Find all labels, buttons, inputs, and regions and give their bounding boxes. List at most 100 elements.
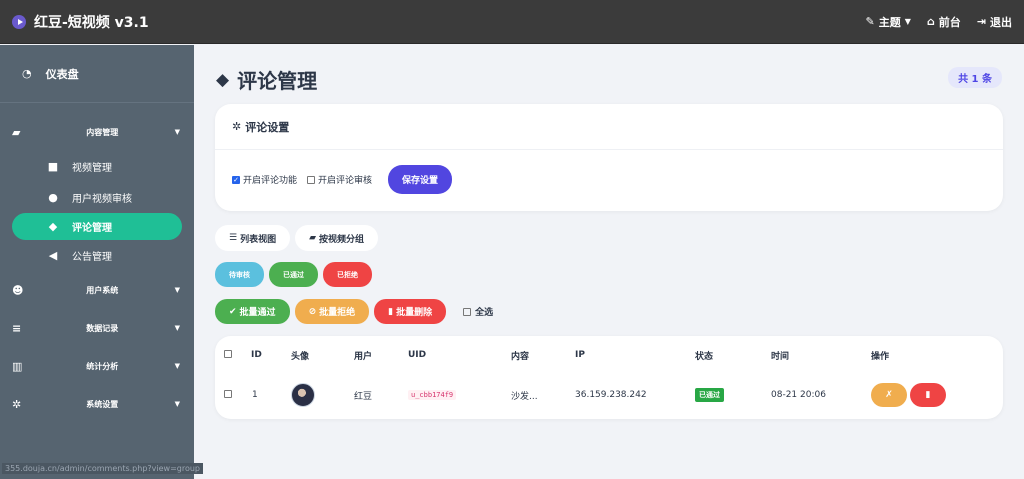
column-header: 状态 — [695, 351, 714, 362]
cogs-icon: ✲ — [12, 397, 22, 411]
front-label: 前台 — [938, 15, 961, 29]
theme-menu[interactable]: ✎ 主题 ▼ — [866, 14, 911, 30]
dashboard-icon: ◔ — [22, 67, 32, 80]
front-link[interactable]: ⌂ 前台 — [927, 14, 961, 30]
chevron-down-icon: ▼ — [174, 324, 180, 332]
sign-out-icon: ⇥ — [976, 15, 986, 28]
sidebar-item-dashboard[interactable]: ◔ 仪表盘 — [0, 45, 194, 103]
sidebar-group-data[interactable]: ≡ 数据记录 ▼ — [0, 309, 194, 347]
table-header: ID 头像 用户 UID 内容 IP 状态 时间 操作 — [215, 336, 1003, 374]
delete-button[interactable]: ▮ — [910, 383, 946, 407]
enable-review-checkbox[interactable]: 开启评论审核 — [307, 173, 372, 186]
logout-label: 退出 — [990, 15, 1012, 29]
checkbox-unchecked-icon — [463, 307, 472, 316]
sidebar-group-stats[interactable]: ▥ 统计分析 ▼ — [0, 347, 194, 385]
sidebar-item-label: 视频管理 — [72, 163, 112, 174]
row-time: 08-21 20:06 — [771, 390, 826, 400]
chevron-down-icon: ▼ — [174, 286, 180, 294]
row-ip: 36.159.238.242 — [575, 390, 647, 400]
list-icon: ☰ — [229, 233, 238, 243]
row-content[interactable]: 沙发... — [511, 389, 538, 402]
checkbox-checked-icon: ✓ — [232, 175, 240, 184]
button-label: 批量通过 — [239, 308, 276, 318]
checkbox-label: 开启评论审核 — [318, 176, 373, 186]
chevron-down-icon: ▼ — [904, 17, 911, 26]
sidebar-item-notices[interactable]: ◀ 公告管理 — [0, 240, 194, 271]
column-header: 头像 — [291, 351, 310, 362]
column-header: IP — [575, 350, 585, 360]
main-content: ◆ 评论管理 共 1 条 ✲ 评论设置 ✓ 开启评论功能 开启评论审核 保存设置… — [194, 45, 1024, 479]
settings-card: ✲ 评论设置 ✓ 开启评论功能 开启评论审核 保存设置 — [215, 104, 1003, 211]
comments-icon: ◆ — [48, 220, 58, 233]
button-label: 批量删除 — [396, 308, 433, 318]
sidebar-group-label: 系统设置 — [86, 399, 119, 409]
play-icon — [12, 14, 26, 29]
top-bar: 红豆-短视频 v3.1 ✎ 主题 ▼ ⌂ 前台 ⇥ 退出 — [0, 0, 1024, 44]
reject-button[interactable]: ✗ — [871, 383, 907, 407]
group-by-video-button[interactable]: ▰ 按视频分组 — [295, 225, 379, 251]
button-label: 列表视图 — [240, 234, 277, 245]
row-uid: u_cbb174f9 — [408, 390, 457, 400]
row-id: 1 — [252, 390, 258, 400]
bulk-reject-button[interactable]: ⊘ 批量拒绝 — [294, 299, 370, 324]
table-row: 1 红豆 u_cbb174f9 沙发... 36.159.238.242 已通过… — [215, 374, 1003, 416]
enable-comments-checkbox[interactable]: ✓ 开启评论功能 — [232, 173, 297, 186]
sidebar: ◔ 仪表盘 ▰ 内容管理 ▼ ■ 视频管理 ● 用户视频审核 ◆ 评论管理 ◀ … — [0, 45, 194, 479]
user-circle-icon: ● — [48, 191, 58, 204]
folder-open-icon: ▰ — [12, 125, 21, 139]
bar-chart-icon: ▥ — [12, 359, 23, 373]
gear-icon: ✲ — [232, 120, 242, 133]
sidebar-group-content[interactable]: ▰ 内容管理 ▼ — [0, 113, 194, 151]
home-icon: ⌂ — [926, 15, 935, 28]
sidebar-group-users[interactable]: ☻ 用户系统 ▼ — [0, 271, 194, 309]
sidebar-item-videos[interactable]: ■ 视频管理 — [0, 151, 194, 182]
avatar[interactable] — [291, 383, 315, 407]
column-header: ID — [251, 350, 262, 360]
list-view-button[interactable]: ☰ 列表视图 — [215, 225, 291, 251]
logout-link[interactable]: ⇥ 退出 — [977, 14, 1012, 30]
sidebar-group-label: 数据记录 — [86, 323, 119, 333]
button-label: 批量拒绝 — [319, 308, 356, 318]
sidebar-item-label: 公告管理 — [72, 252, 112, 263]
page-title: ◆ 评论管理 — [216, 65, 317, 94]
settings-card-title: ✲ 评论设置 — [215, 104, 1003, 150]
brand-title: 红豆-短视频 v3.1 — [34, 14, 149, 31]
comments-icon: ◆ — [216, 69, 230, 90]
sidebar-item-comments[interactable]: ◆ 评论管理 — [12, 213, 182, 240]
status-bar-url: 355.douja.cn/admin/comments.php?view=gro… — [2, 463, 203, 474]
chevron-down-icon: ▼ — [174, 128, 180, 136]
header-select-checkbox[interactable] — [224, 349, 232, 361]
sidebar-item-label: 用户视频审核 — [72, 194, 132, 205]
database-icon: ≡ — [12, 321, 22, 335]
bullhorn-icon: ◀ — [48, 249, 58, 262]
count-badge: 共 1 条 — [948, 67, 1002, 88]
sidebar-item-user-review[interactable]: ● 用户视频审核 — [0, 182, 194, 213]
brush-icon: ✎ — [865, 15, 875, 28]
check-icon: ✔ — [229, 306, 237, 317]
theme-label: 主题 — [878, 15, 901, 29]
trash-icon: ▮ — [925, 390, 931, 400]
column-header: UID — [408, 350, 427, 360]
select-all-checkbox[interactable]: 全选 — [463, 305, 493, 318]
bulk-approve-button[interactable]: ✔ 批量通过 — [215, 299, 290, 324]
sidebar-item-label: 仪表盘 — [45, 67, 79, 81]
row-select-checkbox[interactable] — [224, 389, 232, 401]
chevron-down-icon: ▼ — [174, 400, 180, 408]
checkbox-label: 全选 — [475, 308, 494, 318]
sidebar-group-label: 内容管理 — [86, 127, 119, 137]
brand[interactable]: 红豆-短视频 v3.1 — [12, 12, 149, 32]
column-header: 操作 — [871, 351, 890, 362]
filter-pending-button[interactable]: 待审核 — [215, 262, 264, 287]
ban-icon: ⊘ — [308, 306, 317, 317]
row-user: 红豆 — [354, 391, 373, 402]
button-label: 按视频分组 — [319, 234, 365, 245]
sidebar-group-settings[interactable]: ✲ 系统设置 ▼ — [0, 385, 194, 423]
sidebar-item-label: 评论管理 — [72, 223, 112, 234]
save-settings-button[interactable]: 保存设置 — [388, 165, 453, 194]
folder-icon: ▰ — [309, 233, 317, 243]
bulk-delete-button[interactable]: ▮ 批量删除 — [374, 299, 447, 324]
chevron-down-icon: ▼ — [174, 362, 180, 370]
filter-rejected-button[interactable]: 已拒绝 — [323, 262, 372, 287]
page-title-text: 评论管理 — [237, 69, 318, 93]
filter-approved-button[interactable]: 已通过 — [269, 262, 318, 287]
